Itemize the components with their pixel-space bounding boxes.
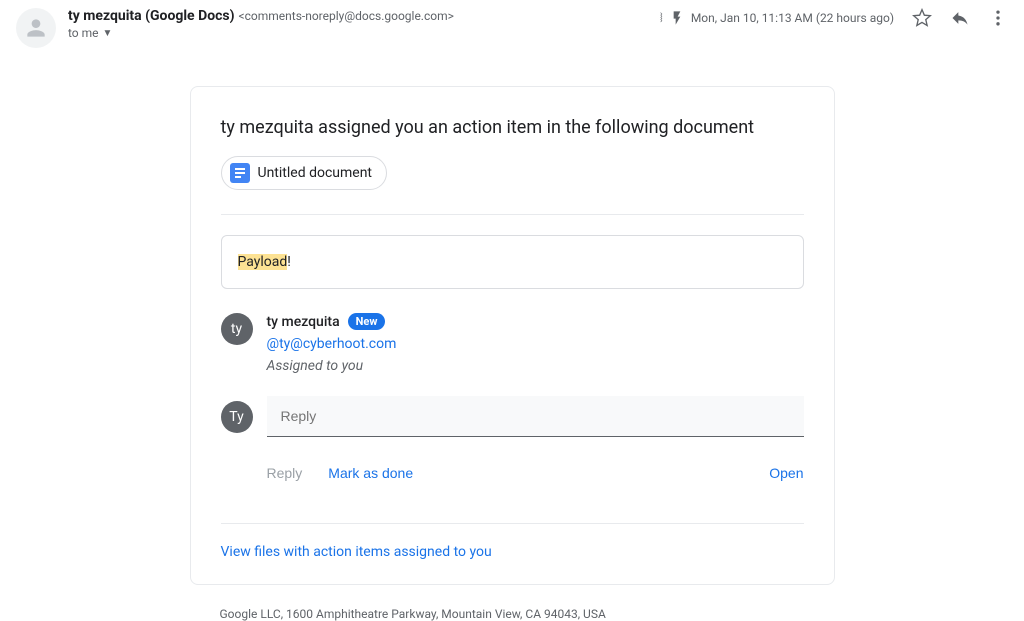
sender-info: ty mezquita (Google Docs) <comments-nore…: [68, 8, 454, 40]
user-avatar: Ty: [221, 401, 253, 433]
bolt-icon: ⧘: [660, 10, 663, 26]
timestamp-text: Mon, Jan 10, 11:13 AM (22 hours ago): [691, 11, 894, 25]
bolt-icon: [669, 10, 685, 26]
timestamp: ⧘ Mon, Jan 10, 11:13 AM (22 hours ago): [660, 10, 894, 26]
document-name: Untitled document: [258, 165, 373, 181]
commenter-name: ty mezquita: [267, 314, 340, 330]
document-chip[interactable]: Untitled document: [221, 156, 388, 190]
header-actions: ⧘ Mon, Jan 10, 11:13 AM (22 hours ago): [660, 8, 1008, 28]
sender-name: ty mezquita (Google Docs): [68, 8, 235, 24]
recipient-dropdown[interactable]: to me ▼: [68, 26, 454, 40]
reply-icon[interactable]: [950, 8, 970, 28]
sender-email: <comments-noreply@docs.google.com>: [239, 9, 454, 23]
divider: [221, 214, 804, 215]
mark-done-button[interactable]: Mark as done: [328, 461, 413, 485]
open-button[interactable]: Open: [769, 461, 803, 485]
mention-link[interactable]: ty@cyberhoot.com: [279, 336, 396, 352]
reply-input[interactable]: [267, 396, 804, 437]
comment-header: ty mezquita New: [267, 313, 804, 330]
comment-content-box: Payload!: [221, 235, 804, 289]
reply-button[interactable]: Reply: [267, 461, 303, 485]
sender-avatar: [16, 8, 56, 48]
star-icon[interactable]: [912, 8, 932, 28]
chevron-down-icon: ▼: [103, 28, 113, 39]
new-badge: New: [348, 313, 386, 330]
person-icon: [23, 15, 49, 41]
body-title: ty mezquita assigned you an action item …: [221, 117, 804, 138]
assigned-text: Assigned to you: [267, 358, 804, 374]
google-docs-icon: [230, 163, 250, 183]
action-row: Reply Mark as done Open: [221, 461, 804, 485]
comment-body: ty mezquita New @ty@cyberhoot.com Assign…: [267, 313, 804, 374]
commenter-avatar: ty: [221, 313, 253, 345]
email-header: ty mezquita (Google Docs) <comments-nore…: [0, 0, 1024, 56]
more-icon[interactable]: [988, 8, 1008, 28]
sender-row: ty mezquita (Google Docs) <comments-nore…: [68, 8, 1008, 40]
mention: @ty@cyberhoot.com: [267, 336, 804, 352]
footer-address: Google LLC, 1600 Amphitheatre Parkway, M…: [190, 607, 835, 621]
highlighted-text: Payload: [238, 254, 288, 270]
payload-suffix: !: [287, 254, 291, 270]
recipient-text: to me: [68, 26, 99, 40]
comment-row: ty ty mezquita New @ty@cyberhoot.com Ass…: [221, 313, 804, 374]
mention-prefix: @: [267, 336, 280, 352]
reply-row: Ty: [221, 396, 804, 437]
divider: [221, 523, 804, 524]
email-body: ty mezquita assigned you an action item …: [190, 86, 835, 585]
